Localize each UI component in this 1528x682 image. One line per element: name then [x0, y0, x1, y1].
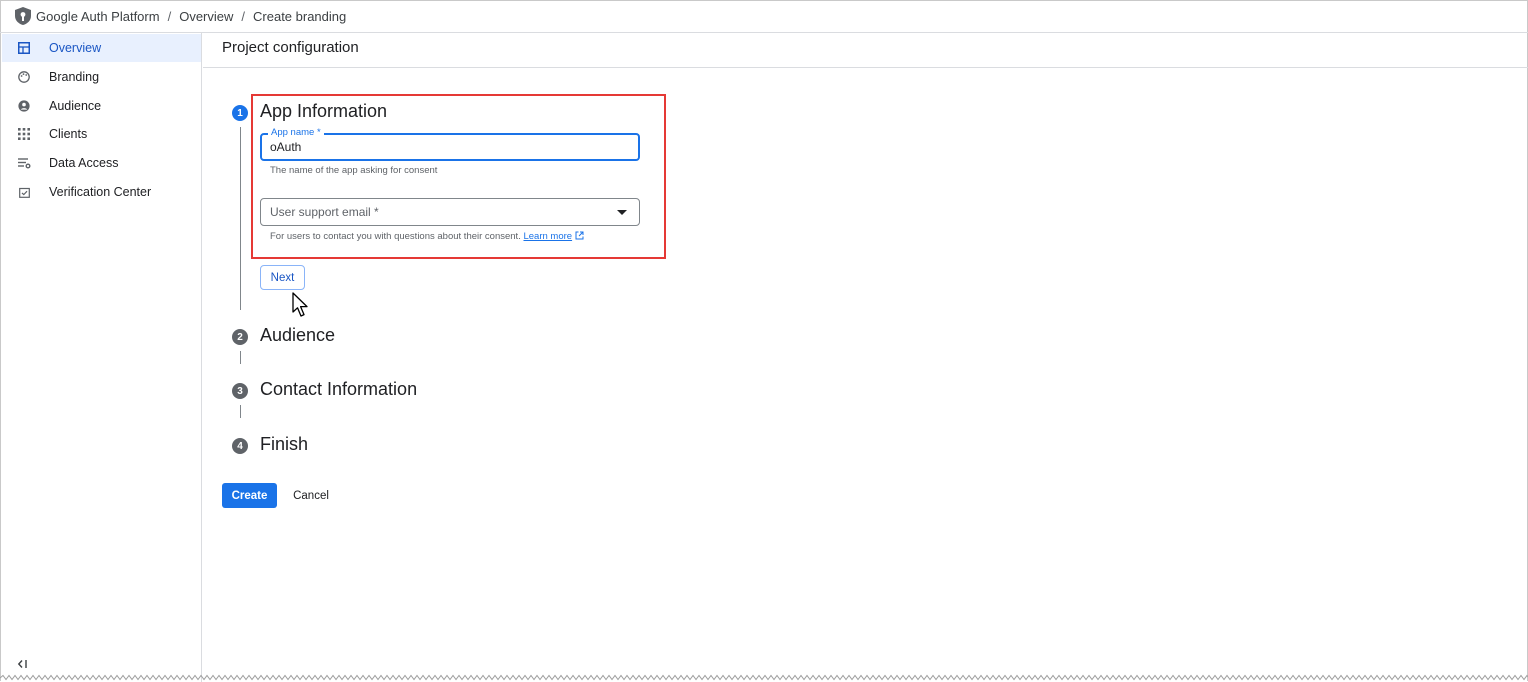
- stepper-connector: [240, 127, 241, 310]
- support-email-select[interactable]: User support email *: [260, 198, 640, 226]
- sidebar-item-label: Verification Center: [49, 185, 152, 199]
- torn-edge: [0, 674, 1528, 681]
- app-name-label: App name *: [268, 127, 324, 138]
- learn-more-label: Learn more: [523, 231, 573, 242]
- sidebar-item-label: Branding: [49, 70, 100, 84]
- sidebar-item-audience[interactable]: Audience: [2, 92, 201, 120]
- sidebar-item-data-access[interactable]: Data Access: [2, 149, 201, 177]
- support-email-placeholder: User support email *: [270, 205, 379, 219]
- breadcrumb-item-current: Create branding: [253, 9, 347, 24]
- sidebar-item-overview[interactable]: Overview: [2, 34, 201, 62]
- stepper-connector: [240, 351, 241, 364]
- sidebar-item-label: Data Access: [49, 156, 119, 170]
- breadcrumb-item-platform[interactable]: Google Auth Platform: [36, 9, 160, 24]
- next-button[interactable]: Next: [260, 265, 305, 290]
- create-button[interactable]: Create: [222, 483, 277, 508]
- window-frame: [0, 0, 1528, 681]
- breadcrumb-separator: /: [241, 9, 246, 24]
- mouse-cursor-icon: [292, 292, 308, 317]
- checkbox-icon: [17, 185, 31, 199]
- stepper-connector: [240, 405, 241, 418]
- sidebar: Overview Branding Audience Clients Data …: [0, 33, 202, 682]
- app-name-helper: The name of the app asking for consent: [270, 165, 438, 176]
- step-number-4: 4: [232, 438, 248, 454]
- page-title: Project configuration: [222, 39, 359, 56]
- palette-icon: [17, 70, 31, 84]
- sidebar-item-branding[interactable]: Branding: [2, 63, 201, 91]
- breadcrumb-item-overview[interactable]: Overview: [179, 9, 233, 24]
- step-title-audience[interactable]: Audience: [260, 325, 335, 346]
- breadcrumb-separator: /: [167, 9, 172, 24]
- external-link-icon: [575, 231, 584, 240]
- sidebar-item-label: Clients: [49, 127, 88, 141]
- page-header: Project configuration: [203, 33, 1528, 68]
- cancel-button[interactable]: Cancel: [285, 483, 337, 508]
- sidebar-item-clients[interactable]: Clients: [2, 120, 201, 148]
- app-name-input[interactable]: [270, 140, 630, 154]
- collapse-icon[interactable]: [16, 657, 30, 671]
- step-title-finish[interactable]: Finish: [260, 434, 308, 455]
- chevron-down-icon: [617, 210, 627, 215]
- support-email-helper: For users to contact you with questions …: [270, 231, 584, 242]
- app-name-field[interactable]: App name *: [260, 127, 640, 161]
- sidebar-item-verification-center[interactable]: Verification Center: [2, 178, 201, 206]
- learn-more-link[interactable]: Learn more: [523, 231, 572, 242]
- shield-icon: [15, 7, 31, 25]
- breadcrumb-bar: Google Auth Platform / Overview / Create bra…: [0, 0, 1528, 33]
- step-number-1: 1: [232, 105, 248, 121]
- person-icon: [17, 99, 31, 113]
- support-email-helper-text: For users to contact you with questions …: [270, 231, 521, 242]
- step-title-contact-information[interactable]: Contact Information: [260, 379, 417, 400]
- breadcrumb: Google Auth Platform / Overview / Create bra…: [36, 9, 346, 24]
- grid-icon: [17, 127, 31, 141]
- step-number-2: 2: [232, 329, 248, 345]
- sidebar-item-label: Overview: [49, 41, 102, 55]
- sidebar-item-label: Audience: [49, 99, 102, 113]
- step-number-3: 3: [232, 383, 248, 399]
- filter-list-icon: [17, 156, 31, 170]
- dashboard-icon: [17, 41, 31, 55]
